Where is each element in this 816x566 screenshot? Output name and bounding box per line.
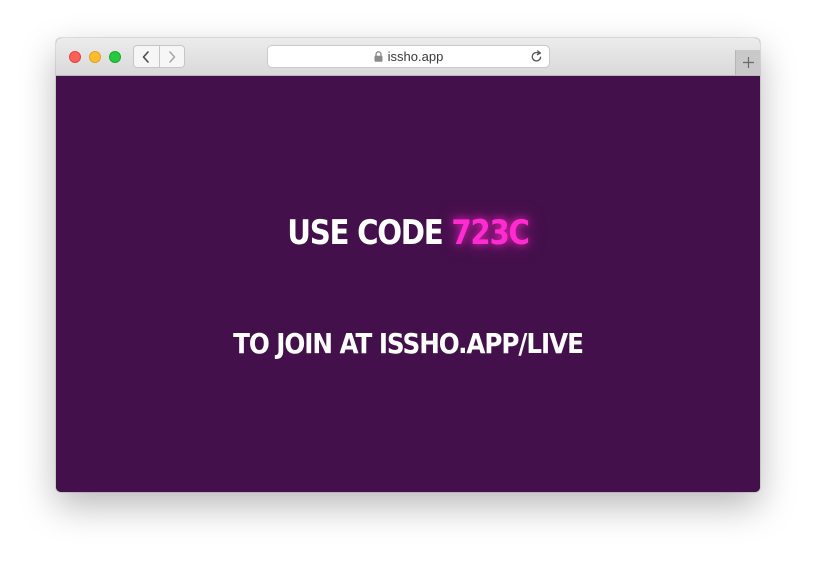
chevron-left-icon — [142, 50, 150, 63]
join-code: 723C — [451, 213, 530, 253]
address-bar[interactable]: issho.app — [267, 45, 550, 68]
chevron-right-icon — [168, 50, 176, 63]
page-content: USE CODE 723C TO JOIN AT ISSHO.APP/LIVE — [56, 76, 760, 492]
reload-icon[interactable] — [530, 50, 543, 63]
join-code-headline: USE CODE 723C — [105, 213, 710, 253]
url-text: issho.app — [387, 49, 444, 64]
join-instructions: TO JOIN AT ISSHO.APP/LIVE — [233, 327, 584, 360]
browser-toolbar: issho.app — [56, 38, 760, 76]
browser-window: issho.app USE CODE 723C TO JOIN AT ISSHO… — [56, 38, 760, 492]
close-window-button[interactable] — [69, 51, 81, 63]
use-code-text: USE CODE — [287, 213, 443, 253]
back-button[interactable] — [134, 46, 159, 67]
navigation-buttons — [133, 45, 185, 68]
maximize-window-button[interactable] — [109, 51, 121, 63]
lock-icon — [374, 51, 383, 62]
minimize-window-button[interactable] — [89, 51, 101, 63]
plus-icon — [742, 57, 754, 68]
new-tab-button[interactable] — [735, 50, 760, 75]
forward-button[interactable] — [158, 46, 185, 67]
